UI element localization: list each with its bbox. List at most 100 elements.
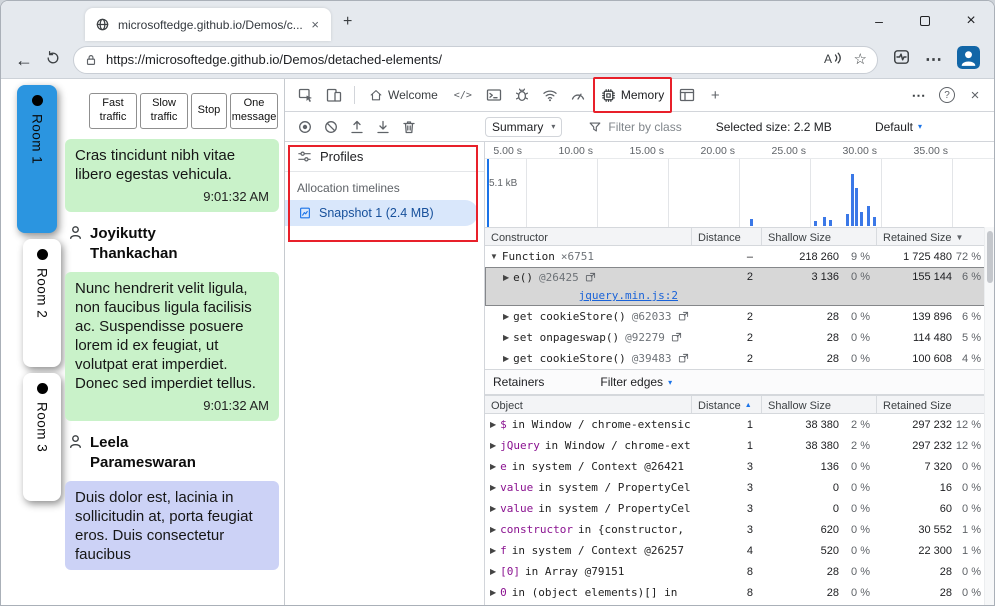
col-distance[interactable]: Distance ▲ — [692, 396, 762, 413]
reload-button[interactable] — [45, 50, 61, 69]
delete-profile-button[interactable] — [397, 115, 421, 139]
tab-welcome[interactable]: Welcome — [362, 79, 445, 111]
expand-icon[interactable]: ▶ — [490, 525, 496, 534]
window-close-button[interactable]: × — [948, 1, 994, 41]
profile-avatar[interactable] — [957, 45, 980, 74]
retained-size: 297 232 — [912, 418, 952, 431]
address-bar[interactable]: https://microsoftedge.github.io/Demos/de… — [73, 45, 878, 74]
favorites-star-icon[interactable]: ☆ — [854, 52, 867, 67]
slow-traffic-button[interactable]: Slow traffic — [140, 93, 188, 129]
col-retained[interactable]: Retained Size — [877, 396, 994, 413]
devtools-menu-icon[interactable]: ⋯ — [906, 82, 932, 108]
shallow-pct: 9 % — [851, 250, 870, 263]
expand-icon[interactable]: ▶ — [490, 483, 496, 492]
url-text[interactable]: https://microsoftedge.github.io/Demos/de… — [106, 52, 811, 67]
expand-icon[interactable]: ▶ — [490, 588, 496, 597]
retainer-row[interactable]: ▶ jQuery in Window / chrome-ext 1 38 380 2 … — [485, 435, 994, 456]
expand-icon[interactable]: ▶ — [503, 312, 509, 321]
reveal-icon[interactable] — [671, 332, 682, 343]
retainer-row[interactable]: ▶ constructor in {constructor, 3 620 0 % 30… — [485, 519, 994, 540]
retainers-bar: Retainers Filter edges ▾ — [485, 369, 994, 395]
maximize-button[interactable] — [902, 1, 948, 41]
col-constructor[interactable]: Constructor — [485, 228, 692, 245]
col-object[interactable]: Object — [485, 396, 692, 413]
shallow-size: 28 — [826, 586, 839, 599]
expand-icon[interactable]: ▶ — [490, 546, 496, 555]
snapshot-item[interactable]: Snapshot 1 (2.4 MB) — [285, 200, 478, 226]
room-tab-1[interactable]: Room 1 — [17, 85, 57, 233]
settings-menu-icon[interactable]: ⋯ — [925, 50, 943, 70]
tab-application[interactable] — [674, 82, 700, 108]
network-wifi-icon — [543, 90, 557, 102]
clear-button[interactable] — [319, 115, 343, 139]
constructor-row[interactable]: ▶ get cookieStore() @39483 2 28 0 % 100 6… — [485, 348, 994, 369]
upload-icon — [351, 120, 363, 133]
inspect-tool-button[interactable] — [293, 82, 319, 108]
tab-memory[interactable]: Memory — [597, 79, 668, 111]
default-dropdown[interactable]: Default ▾ — [875, 120, 922, 134]
save-profile-button[interactable] — [371, 115, 395, 139]
retainer-row[interactable]: ▶ e in system / Context @26421 3 136 0 % 7 … — [485, 456, 994, 477]
constructor-row[interactable]: ▶ set onpageswap() @92279 2 28 0 % 114 48… — [485, 327, 994, 348]
device-toolbar-button[interactable] — [321, 82, 347, 108]
load-profile-button[interactable] — [345, 115, 369, 139]
col-shallow[interactable]: Shallow Size — [762, 228, 877, 245]
expand-icon[interactable]: ▶ — [490, 420, 496, 429]
reveal-icon[interactable] — [678, 353, 689, 364]
col-shallow[interactable]: Shallow Size — [762, 396, 877, 413]
sort-ascending-icon: ▲ — [744, 402, 752, 409]
stop-button[interactable]: Stop — [191, 93, 227, 129]
summary-select[interactable]: Summary ▾ — [485, 116, 563, 137]
help-button[interactable]: ? — [934, 82, 960, 108]
retainer-row[interactable]: ▶ $ in Window / chrome-extensic 1 38 380 2 … — [485, 414, 994, 435]
browser-tab[interactable]: microsoftedge.github.io/Demos/c... × — [85, 8, 331, 41]
allocation-timeline[interactable]: 5.00 s 10.00 s 15.00 s 20.00 s 25.00 s 3… — [485, 142, 994, 227]
back-button[interactable]: ← — [15, 51, 33, 69]
expand-icon[interactable]: ▶ — [490, 462, 496, 471]
filter-by-class-input[interactable]: Filter by class — [588, 120, 682, 134]
scrollbar-thumb[interactable] — [987, 231, 993, 283]
shallow-size: 38 380 — [805, 418, 839, 431]
room-tab-3[interactable]: Room 3 — [23, 373, 61, 501]
tab-close-icon[interactable]: × — [307, 17, 323, 32]
retainer-row[interactable]: ▶ value in system / PropertyCel 3 00 % 16 0… — [485, 477, 994, 498]
tab-elements[interactable]: </> — [447, 79, 479, 111]
expand-icon[interactable]: ▶ — [503, 354, 509, 363]
browser-essentials-icon[interactable] — [892, 48, 911, 71]
col-distance[interactable]: Distance — [692, 228, 762, 245]
expand-icon[interactable]: ▶ — [490, 504, 496, 513]
minimize-button[interactable]: – — [856, 1, 902, 41]
tab-console[interactable] — [481, 82, 507, 108]
collapse-icon[interactable]: ▼ — [490, 252, 498, 261]
retainer-row[interactable]: ▶ [0] in Array @79151 8 28 0 % 28 0 % — [485, 561, 994, 582]
reveal-icon[interactable] — [678, 311, 689, 322]
tab-network[interactable] — [537, 82, 563, 108]
expand-icon[interactable]: ▶ — [490, 441, 496, 450]
chat-pane: Fast traffic Slow traffic Stop One messa… — [63, 79, 281, 605]
expand-icon[interactable]: ▶ — [490, 567, 496, 576]
more-tabs-button[interactable]: + — [702, 82, 728, 108]
read-aloud-icon[interactable]: A — [823, 51, 842, 69]
timeline-selection-handle[interactable] — [487, 159, 489, 227]
constructor-row-selected[interactable]: ▶ e() @26425 2 3 136 0 % 155 144 6 % jquer… — [485, 267, 994, 306]
record-button[interactable] — [293, 115, 317, 139]
one-message-button[interactable]: One message — [230, 93, 278, 129]
fast-traffic-button[interactable]: Fast traffic — [89, 93, 137, 129]
devtools-close-button[interactable]: × — [962, 82, 988, 108]
scrollbar[interactable] — [984, 227, 994, 605]
source-link[interactable]: jquery.min.js:2 — [579, 289, 678, 302]
retainer-row[interactable]: ▶ f in system / Context @26257 4 520 0 % 22… — [485, 540, 994, 561]
room-tab-2[interactable]: Room 2 — [23, 239, 61, 367]
reveal-icon[interactable] — [585, 272, 596, 283]
tab-performance[interactable] — [565, 82, 591, 108]
new-tab-button[interactable]: + — [343, 13, 352, 31]
tab-issues[interactable] — [509, 82, 535, 108]
expand-icon[interactable]: ▶ — [503, 273, 509, 282]
expand-icon[interactable]: ▶ — [503, 333, 509, 342]
constructor-row[interactable]: ▼ Function ×6751 – 218 260 9 % 1 725 480 7… — [485, 246, 994, 267]
retainer-row[interactable]: ▶ 0 in (object elements)[] in 8 28 0 % 28 0 … — [485, 582, 994, 603]
retainer-row[interactable]: ▶ value in system / PropertyCel 3 00 % 60 0… — [485, 498, 994, 519]
constructor-row[interactable]: ▶ get cookieStore() @62033 2 28 0 % 139 8… — [485, 306, 994, 327]
filter-edges-dropdown[interactable]: Filter edges ▾ — [600, 375, 672, 389]
col-retained[interactable]: Retained Size ▼ — [877, 228, 994, 245]
